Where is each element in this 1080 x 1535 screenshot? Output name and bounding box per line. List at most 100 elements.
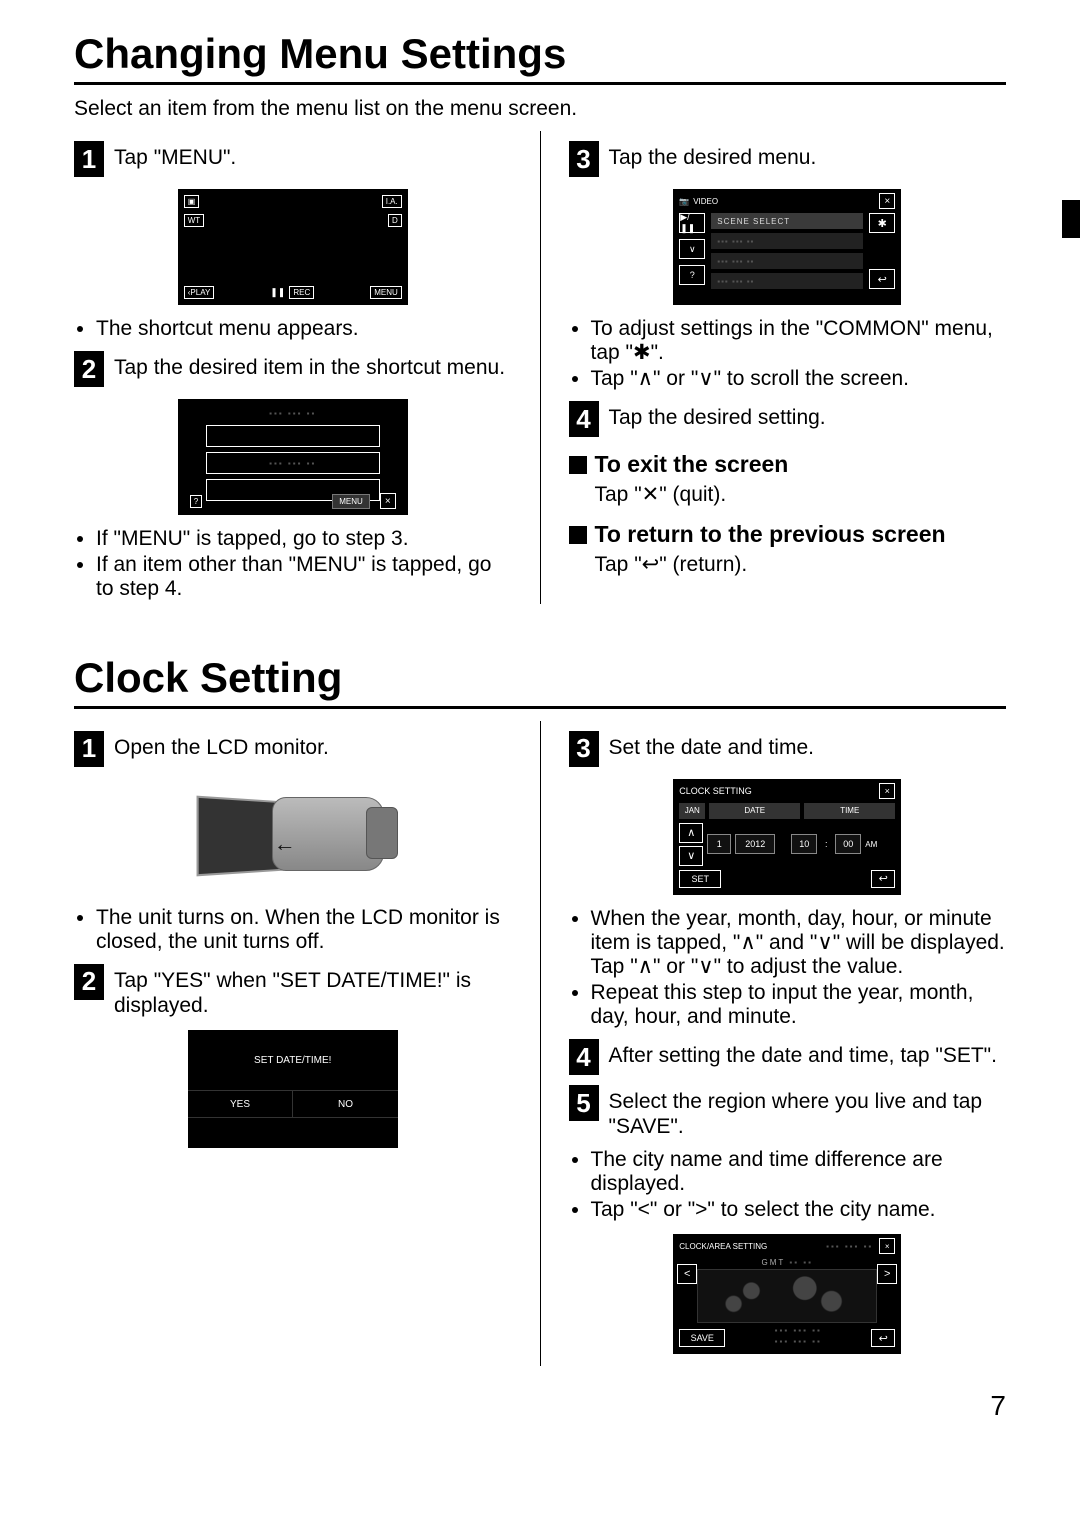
clock-setting-title: CLOCK SETTING <box>679 786 752 796</box>
save-button: SAVE <box>679 1329 725 1347</box>
clock-step3-bullet-1: When the year, month, day, hour, or minu… <box>591 907 1007 979</box>
ia-icon: I.A. <box>382 195 402 208</box>
down-arrow-icon: ∨ <box>679 846 703 866</box>
rec-button: REC <box>289 286 314 299</box>
clock-step-number-3: 3 <box>569 731 599 767</box>
colon: : <box>821 835 831 853</box>
step3-bullet-2: Tap "∧" or "∨" to scroll the screen. <box>591 367 1007 391</box>
scroll-down-icon: ∨ <box>679 239 705 259</box>
lcd-clock-setting: CLOCK SETTING × JAN DATE TIME ∧ ∨ 1 2012 <box>673 779 901 895</box>
return-icon: ↩ <box>869 269 895 289</box>
step-number-3: 3 <box>569 141 599 177</box>
close-icon: × <box>879 783 895 799</box>
close-icon: × <box>380 493 396 509</box>
video-label: VIDEO <box>693 197 718 206</box>
time-label: TIME <box>804 803 895 819</box>
step3-bullet-1: To adjust settings in the "COMMON" menu,… <box>591 317 1007 365</box>
step2-bullet-2: If an item other than "MENU" is tapped, … <box>96 553 512 601</box>
column-separator-1 <box>540 131 541 604</box>
video-mode-icon: 📷 <box>679 197 689 206</box>
clock-step3-text: Set the date and time. <box>609 731 814 760</box>
menu-item-placeholder: ▪▪▪ ▪▪▪ ▪▪ <box>711 253 863 269</box>
date-label: DATE <box>709 803 800 819</box>
day-field: 1 <box>707 834 731 854</box>
page-number: 7 <box>74 1390 1006 1422</box>
clock-step4-text: After setting the date and time, tap "SE… <box>609 1039 997 1068</box>
help-icon: ? <box>679 265 705 285</box>
pause-icon: ❚❚ <box>270 287 285 298</box>
camcorder-illustration: ← <box>178 779 408 894</box>
clock-area-title: CLOCK/AREA SETTING <box>679 1242 820 1251</box>
hour-field: 10 <box>791 834 817 854</box>
exit-text: Tap "✕" (quit). <box>595 482 1007 507</box>
clock-step3-bullet-2: Repeat this step to input the year, mont… <box>591 981 1007 1029</box>
lcd-camera-screen: ▣ I.A. WT D ‹ PLAY ❚❚ R <box>178 189 408 305</box>
clock-step-number-4: 4 <box>569 1039 599 1075</box>
close-icon: × <box>879 193 895 209</box>
gear-icon: ✱ <box>869 213 895 233</box>
section-thumb-tab <box>1062 200 1080 238</box>
return-icon: ↩ <box>871 1329 895 1347</box>
set-date-time-title: SET DATE/TIME! <box>188 1030 398 1090</box>
area-placeholder: ▪▪▪ ▪▪▪ ▪▪ <box>826 1242 873 1251</box>
play-label: PLAY <box>190 288 210 297</box>
up-arrow-icon: ∧ <box>679 823 703 843</box>
world-map <box>697 1269 877 1323</box>
clock-step-number-5: 5 <box>569 1085 599 1121</box>
lcd-set-date-time: SET DATE/TIME! YES NO <box>188 1030 398 1148</box>
lcd-menu-list: 📷 VIDEO × ▶/❚❚ ∨ ? SCENE SELECT ▪▪▪ ▪▪▪ … <box>673 189 901 305</box>
clock-step5-bullet-1: The city name and time difference are di… <box>591 1148 1007 1196</box>
d-icon: D <box>388 214 402 227</box>
year-field: 2012 <box>735 834 775 854</box>
clock-step5-bullet-2: Tap "<" or ">" to select the city name. <box>591 1198 1007 1222</box>
step2-text: Tap the desired item in the shortcut men… <box>114 351 505 380</box>
play-pause-icon: ▶/❚❚ <box>679 213 705 233</box>
step-number-4: 4 <box>569 401 599 437</box>
gmt-label: GMT <box>762 1258 786 1267</box>
wt-icon: WT <box>184 214 204 227</box>
step3-text: Tap the desired menu. <box>609 141 817 170</box>
return-heading: To return to the previous screen <box>569 521 1007 548</box>
step-number-1: 1 <box>74 141 104 177</box>
play-button: ‹ PLAY <box>184 286 215 299</box>
gmt-offset-placeholder: ▪▪ ▪▪ <box>789 1258 813 1267</box>
return-text: Tap "↩" (return). <box>595 552 1007 577</box>
month-label: JAN <box>679 803 705 819</box>
step1-text: Tap "MENU". <box>114 141 236 170</box>
section-title-2: Clock Setting <box>74 654 1006 702</box>
clock-step-number-1: 1 <box>74 731 104 767</box>
return-icon: ↩ <box>871 870 895 888</box>
column-separator-2 <box>540 721 541 1367</box>
open-arrow-icon: ← <box>274 831 296 857</box>
clock-step1-text: Open the LCD monitor. <box>114 731 329 760</box>
clock-step1-bullet-1: The unit turns on. When the LCD monitor … <box>96 906 512 954</box>
prev-city-icon: < <box>677 1264 697 1284</box>
clock-step2-text: Tap "YES" when "SET DATE/TIME!" is displ… <box>114 964 512 1018</box>
help-icon: ? <box>190 495 202 508</box>
still-mode-icon: ▣ <box>184 195 200 208</box>
step4-text: Tap the desired setting. <box>609 401 826 430</box>
next-city-icon: > <box>877 1264 897 1284</box>
clock-step-number-2: 2 <box>74 964 104 1000</box>
step1-bullet-1: The shortcut menu appears. <box>96 317 512 341</box>
menu-button: MENU <box>370 286 402 299</box>
minute-field: 00 <box>835 834 861 854</box>
menu-item-scene-select: SCENE SELECT <box>711 213 863 229</box>
city-lines-placeholder: ▪▪▪ ▪▪▪ ▪▪▪▪▪ ▪▪▪ ▪▪ <box>725 1325 871 1347</box>
lcd-clock-area-setting: CLOCK/AREA SETTING ▪▪▪ ▪▪▪ ▪▪ × GMT ▪▪ ▪… <box>673 1234 901 1354</box>
exit-heading: To exit the screen <box>569 451 1007 478</box>
yes-button: YES <box>188 1091 294 1117</box>
clock-step5-text: Select the region where you live and tap… <box>609 1085 1007 1139</box>
ampm-field: AM <box>865 840 883 849</box>
section1-intro: Select an item from the menu list on the… <box>74 97 1006 121</box>
close-icon: × <box>879 1238 895 1254</box>
section-rule-1 <box>74 82 1006 85</box>
step2-bullet-1: If "MENU" is tapped, go to step 3. <box>96 527 512 551</box>
menu-item-placeholder: ▪▪▪ ▪▪▪ ▪▪ <box>711 233 863 249</box>
lcd-shortcut-menu: ▪▪▪ ▪▪▪ ▪▪ ▪▪▪ ▪▪▪ ▪▪ ? MENU × <box>178 399 408 515</box>
section-title-1: Changing Menu Settings <box>74 30 1006 78</box>
menu-item-placeholder: ▪▪▪ ▪▪▪ ▪▪ <box>711 273 863 289</box>
set-button: SET <box>679 870 721 888</box>
step-number-2: 2 <box>74 351 104 387</box>
no-button: NO <box>293 1091 398 1117</box>
